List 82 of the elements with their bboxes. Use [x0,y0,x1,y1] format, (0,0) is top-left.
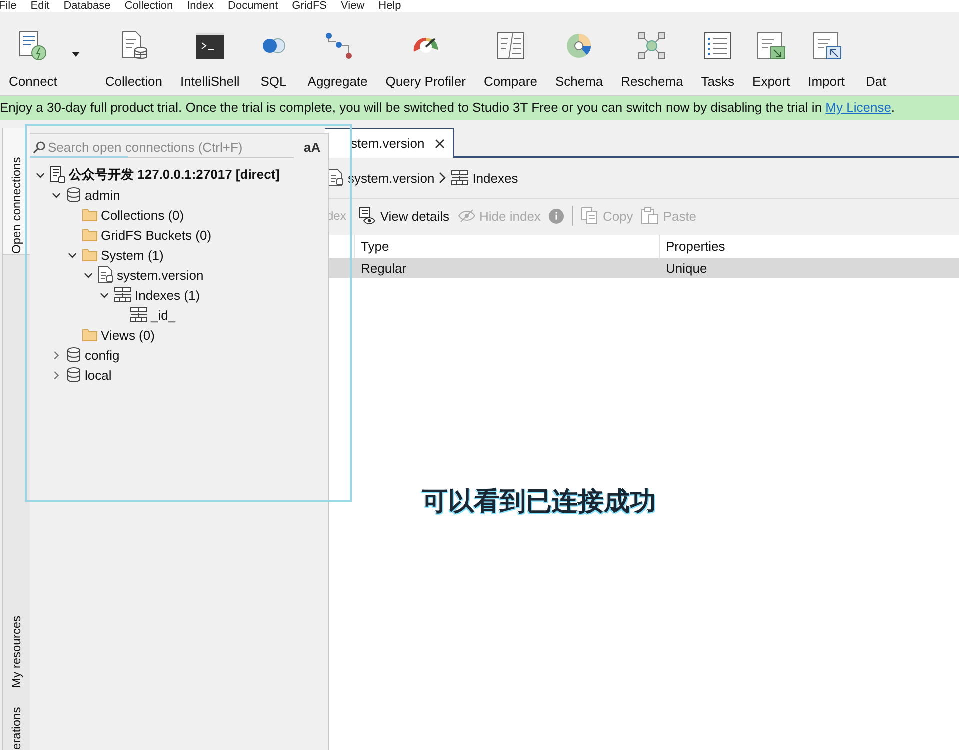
document-eye-icon [358,207,376,225]
terminal-icon [194,30,226,62]
menu-item[interactable]: File [0,0,23,12]
menu-item[interactable]: Collection [124,0,180,12]
tree-item[interactable]: system.version [30,265,328,285]
nodes-icon [636,30,668,62]
table-grid-icon [114,287,132,303]
chevron-right-icon[interactable] [52,370,61,380]
toolbar-action[interactable]: View details [358,207,450,225]
caption-text: 可以看到已连接成功 [422,486,656,519]
chevron-right-icon[interactable] [52,350,61,360]
toolbar-button[interactable]: Tasks [692,12,744,95]
chevron-down-icon[interactable] [52,190,61,200]
table-grid-icon [450,170,469,186]
toolbar-button[interactable]: Query Profiler [376,12,475,95]
folder-icon [82,208,98,222]
chevron-down-icon[interactable] [36,170,45,180]
table-cell-text: Regular [360,260,408,278]
folder-icon [82,248,98,262]
toolbar-button[interactable]: Aggregate [298,12,377,95]
toolbar-button[interactable]: Connect [0,12,66,95]
import-icon [810,30,843,62]
chevron-down-icon[interactable] [100,290,109,300]
tree-item[interactable]: 公众号开发 127.0.0.1:27017 [direct] [30,165,328,185]
table-row[interactable]: Regular Unique [328,258,959,278]
toolbar-button[interactable]: Import [799,12,854,95]
toolbar-button[interactable]: Collection [96,12,172,95]
editor-tab[interactable]: stem.version [325,128,454,158]
tree-item[interactable]: config [30,345,328,365]
chevron-down-icon[interactable] [68,250,77,260]
eye-slash-icon [458,209,476,223]
match-case-button[interactable]: aA [300,140,325,155]
trial-message: Enjoy a 30-day full product trial. Once the trial is complete, you will be switched to Studio 3T Free or you can switch now by disabling the trial in My License. [0,100,896,115]
list-icon [702,30,734,62]
menu-item[interactable]: Help [378,0,408,12]
toolbar-button[interactable]: Reschema [612,12,692,95]
tree-item[interactable]: Views (0) [30,325,328,345]
table-grid-icon [130,307,148,323]
breadcrumb-item[interactable]: system.version [328,169,435,187]
database-icon [66,187,82,203]
server-bolt-icon [17,30,50,62]
table-cell-text: Unique [665,260,708,278]
side-tab[interactable]: My resources [3,598,30,698]
tree-item[interactable]: Indexes (1) [30,285,328,305]
database-icon [66,347,82,363]
toolbar-button[interactable]: IntelliShell [172,12,249,95]
side-tab[interactable]: erations [3,698,30,750]
copy-icon [580,207,599,225]
side-tab[interactable]: Open connections [3,128,30,255]
tree-item[interactable]: admin [30,185,328,205]
close-icon[interactable] [434,138,445,148]
server-document-icon [50,166,66,184]
tree-item[interactable]: local [30,365,328,385]
folder-icon [82,228,98,242]
document-database-icon [98,266,114,284]
toolbar-button[interactable]: Compare [474,12,546,95]
toolbar-button[interactable]: Export [744,12,800,95]
toolbar-button[interactable]: SQL [248,12,299,95]
tree-item[interactable]: System (1) [30,245,328,265]
menu-item[interactable]: Edit [30,0,56,12]
menu-item[interactable]: View [340,0,371,12]
export-icon [755,30,788,62]
menu-item[interactable]: Index [186,0,220,12]
split-document-icon [494,30,527,62]
clipboard-icon [641,207,660,225]
column-header[interactable]: Properties [660,235,959,258]
chevron-right-icon [438,172,447,184]
breadcrumb-item[interactable]: Indexes [450,170,518,186]
menu-item[interactable]: Database [62,0,117,12]
menu-item[interactable]: Document [227,0,284,12]
tree-item[interactable]: _id_ [30,305,328,325]
license-link[interactable]: My License [826,100,892,115]
menu-item[interactable]: GridFS [291,0,334,12]
database-icon [66,367,82,383]
search-icon [33,140,46,154]
folder-icon [82,328,98,342]
document-database-icon [328,169,344,187]
tree-item[interactable]: GridFS Buckets (0) [30,225,328,245]
tree-item[interactable]: Collections (0) [30,205,328,225]
toolbar-button[interactable]: Schema [546,12,612,95]
chevron-down-icon[interactable] [84,270,93,280]
toolbar-button[interactable]: Dat [854,12,896,95]
